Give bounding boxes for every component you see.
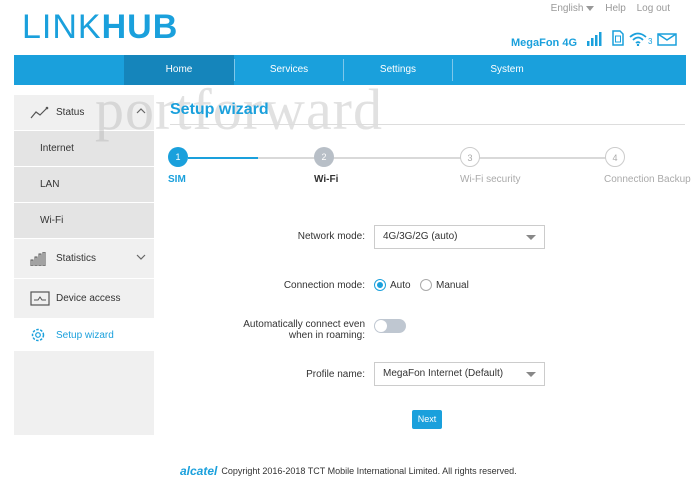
roaming-toggle[interactable]: [374, 319, 406, 333]
linkhub-logo: LINKHUB: [22, 8, 179, 46]
signal-icon: [587, 32, 602, 46]
sidebar: Status Internet LAN Wi-Fi Statistics Dev…: [14, 95, 154, 435]
status-graph-icon: [30, 105, 52, 121]
sidebar-label-lan: LAN: [40, 179, 60, 190]
sim-icon: [612, 30, 624, 46]
chevron-down-icon: [586, 5, 595, 11]
wifi-clients-count: 3: [648, 37, 653, 46]
network-mode-label: Network mode:: [297, 231, 365, 242]
sidebar-label-device-access: Device access: [56, 293, 121, 304]
network-mode-value: 4G/3G/2G (auto): [383, 231, 458, 242]
next-button[interactable]: Next: [412, 410, 442, 429]
sidebar-item-wifi[interactable]: Wi-Fi: [14, 203, 154, 239]
page-title: Setup wizard: [170, 101, 269, 118]
roaming-label-line1: Automatically connect even: [243, 319, 365, 330]
connection-manual-radio[interactable]: [420, 279, 432, 291]
alcatel-logo: alcatel: [180, 464, 218, 478]
sidebar-label-setup-wizard: Setup wizard: [56, 329, 114, 341]
status-icons: 3: [587, 30, 678, 46]
device-access-icon: [30, 290, 52, 307]
step-4-label: Connection Backup: [604, 174, 691, 185]
sidebar-item-lan[interactable]: LAN: [14, 167, 154, 203]
step-remaining-line: [258, 157, 612, 159]
nav-system[interactable]: System: [452, 55, 562, 85]
chevron-down-icon: [136, 254, 146, 260]
logout-link[interactable]: Log out: [637, 3, 670, 14]
profile-name-select[interactable]: MegaFon Internet (Default): [374, 362, 545, 386]
step-progress-line: [188, 157, 258, 159]
dropdown-arrow-icon: [526, 372, 536, 377]
step-3-circle: 3: [460, 147, 480, 167]
step-2-circle: 2: [314, 147, 334, 167]
connection-mode-label: Connection mode:: [283, 280, 365, 291]
profile-name-label: Profile name:: [306, 369, 365, 380]
profile-name-value: MegaFon Internet (Default): [383, 368, 504, 379]
mail-icon[interactable]: [657, 33, 678, 46]
step-1-label: SIM: [168, 174, 186, 185]
wifi-icon: [629, 32, 647, 46]
dropdown-arrow-icon: [526, 235, 536, 240]
copyright-text: Copyright 2016-2018 TCT Mobile Internati…: [221, 466, 517, 476]
help-link[interactable]: Help: [605, 3, 626, 14]
sidebar-item-statistics[interactable]: Statistics: [14, 239, 154, 279]
gear-icon: [30, 327, 52, 343]
toggle-knob: [375, 320, 387, 332]
step-2-label: Wi-Fi: [314, 174, 339, 185]
connection-manual-label: Manual: [436, 280, 469, 291]
sidebar-label-wifi: Wi-Fi: [40, 215, 64, 226]
step-4-circle: 4: [605, 147, 625, 167]
connection-auto-radio[interactable]: [374, 279, 386, 291]
network-mode-select[interactable]: 4G/3G/2G (auto): [374, 225, 545, 249]
sidebar-item-device-access[interactable]: Device access: [14, 279, 154, 319]
roaming-label-line2: when in roaming:: [288, 330, 365, 341]
step-3-label: Wi-Fi security: [460, 174, 521, 185]
top-links: English Help Log out: [535, 3, 670, 14]
sidebar-label-status: Status: [56, 107, 85, 118]
footer: alcatel Copyright 2016-2018 TCT Mobile I…: [180, 464, 517, 478]
title-divider: [170, 124, 685, 125]
sidebar-item-setup-wizard[interactable]: Setup wizard: [14, 319, 154, 351]
step-1-circle: 1: [168, 147, 188, 167]
sidebar-label-statistics: Statistics: [56, 253, 97, 264]
language-select[interactable]: English: [543, 3, 595, 14]
connection-auto-label: Auto: [390, 280, 411, 291]
sidebar-label-internet: Internet: [40, 143, 74, 154]
operator-name: MegaFon 4G: [511, 37, 578, 49]
statistics-bars-icon: [30, 251, 52, 267]
